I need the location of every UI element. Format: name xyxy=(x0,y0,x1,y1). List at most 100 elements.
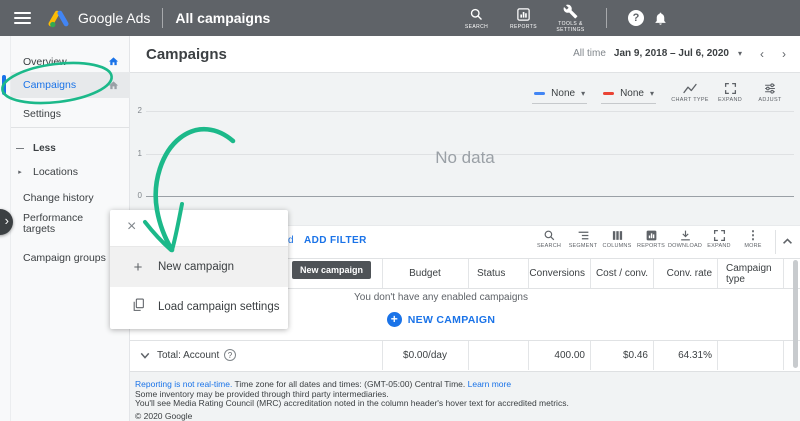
help-circle-icon[interactable]: ? xyxy=(224,349,236,361)
table-more-button[interactable]: ⋮ MORE xyxy=(736,229,770,249)
filter-chip-partial[interactable]: d xyxy=(288,235,294,246)
performance-chart-panel: None ▾ None ▾ CHART TYPE EXPAND ADJUST 2… xyxy=(130,73,800,225)
reports-button[interactable]: REPORTS xyxy=(500,7,547,30)
topbar-page-title: All campaigns xyxy=(175,10,270,26)
metric-selector-2[interactable]: None ▾ xyxy=(601,86,656,104)
date-range-controls: All time Jan 9, 2018 – Jul 6, 2020 ▾ ‹ › xyxy=(573,48,786,59)
search-button[interactable]: SEARCH xyxy=(453,7,500,30)
menu-item-load-campaign-settings[interactable]: Load campaign settings xyxy=(110,287,288,327)
footer-line-1: Reporting is not real-time. Time zone fo… xyxy=(135,379,511,389)
total-label: Total: Account xyxy=(157,350,219,361)
sidebar-item-change-history[interactable]: Change history xyxy=(11,186,130,210)
column-header-conversions[interactable]: Conversions xyxy=(528,259,590,288)
column-header-status[interactable]: Status xyxy=(468,259,528,288)
sidebar-item-overview[interactable]: Overview xyxy=(11,50,130,74)
expand-corners-icon xyxy=(713,229,726,242)
copyright: © 2020 Google xyxy=(135,411,192,421)
date-preset-label: All time xyxy=(573,48,606,59)
sliders-icon xyxy=(763,82,777,95)
topbar-actions: SEARCH REPORTS TOOLS & SETTINGS ? xyxy=(453,4,668,33)
triangle-right-icon: ▸ xyxy=(14,168,26,176)
chart-expand-button[interactable]: EXPAND xyxy=(710,82,750,103)
metric-selector-1[interactable]: None ▾ xyxy=(532,86,587,104)
column-header-conv-rate[interactable]: Conv. rate xyxy=(653,259,717,288)
total-conversions: 400.00 xyxy=(528,341,590,370)
sidebar-less-toggle[interactable]: — Less xyxy=(11,136,130,160)
chevron-right-icon: › xyxy=(5,213,9,229)
plus-icon: + xyxy=(387,312,402,327)
total-cost-per-conv: $0.46 xyxy=(590,341,653,370)
total-conv-rate: 64.31% xyxy=(653,341,717,370)
add-filter-button[interactable]: ADD FILTER xyxy=(304,235,367,246)
table-reports-button[interactable]: REPORTS xyxy=(634,229,668,249)
next-period-button[interactable]: › xyxy=(782,49,786,59)
page-title: Campaigns xyxy=(146,46,227,63)
no-data-message: No data xyxy=(130,148,800,168)
total-row: Total: Account ? $0.00/day 400.00 $0.46 … xyxy=(130,340,800,370)
sidebar-item-campaigns[interactable]: Campaigns xyxy=(11,72,130,98)
sidebar-item-settings[interactable]: Settings xyxy=(11,102,130,126)
tools-settings-button[interactable]: TOOLS & SETTINGS xyxy=(547,4,594,33)
menu-item-new-campaign[interactable]: + New campaign xyxy=(110,247,288,287)
wrench-icon xyxy=(563,4,578,19)
chart-type-button[interactable]: CHART TYPE xyxy=(670,82,710,103)
expand-corners-icon xyxy=(724,82,737,95)
brand-name: Google Ads xyxy=(78,10,150,26)
notifications-bell-icon[interactable] xyxy=(653,11,668,26)
search-icon xyxy=(469,7,484,22)
new-campaign-button[interactable]: + NEW CAMPAIGN xyxy=(387,312,495,327)
caret-down-icon[interactable]: ▾ xyxy=(738,49,742,58)
chart-controls: None ▾ None ▾ CHART TYPE EXPAND ADJUST xyxy=(532,82,790,104)
table-download-button[interactable]: DOWNLOAD xyxy=(668,229,702,249)
sidebar-divider xyxy=(11,127,129,128)
minus-icon: — xyxy=(14,144,26,153)
column-header-campaign-type[interactable]: Campaign type xyxy=(717,259,783,288)
column-header-budget[interactable]: Budget xyxy=(382,259,468,288)
new-campaign-popup: × + New campaign Load campaign settings xyxy=(110,210,288,329)
collapse-table-chevron-up-icon[interactable] xyxy=(782,237,793,245)
popup-header: × xyxy=(110,210,288,247)
copy-icon xyxy=(129,298,147,316)
realtime-link[interactable]: Reporting is not real-time. xyxy=(135,379,232,389)
more-vert-icon: ⋮ xyxy=(747,229,759,242)
page-header: Campaigns All time Jan 9, 2018 – Jul 6, … xyxy=(130,36,800,73)
selected-item-indicator xyxy=(2,75,6,95)
toolbar-divider xyxy=(775,230,776,254)
prev-period-button[interactable]: ‹ xyxy=(760,49,764,59)
menu-icon[interactable] xyxy=(14,9,31,27)
table-search-button[interactable]: SEARCH xyxy=(532,229,566,249)
y-axis-tick: 2 xyxy=(132,106,142,115)
table-expand-button[interactable]: EXPAND xyxy=(702,229,736,249)
total-budget: $0.00/day xyxy=(382,341,468,370)
plus-icon: + xyxy=(129,259,147,276)
caret-down-icon: ▾ xyxy=(650,89,654,98)
series2-swatch-icon xyxy=(603,92,614,95)
reports-icon xyxy=(516,7,531,22)
page-footer: Reporting is not real-time. Time zone fo… xyxy=(130,372,796,421)
chevron-down-icon[interactable] xyxy=(140,352,150,359)
column-header-cost-per-conv[interactable]: Cost / conv. xyxy=(590,259,653,288)
reports-icon xyxy=(645,229,658,242)
sidebar-item-locations[interactable]: ▸ Locations xyxy=(11,160,130,184)
columns-icon xyxy=(611,229,624,242)
google-ads-logo-icon xyxy=(48,9,69,28)
table-segment-button[interactable]: SEGMENT xyxy=(566,229,600,249)
learn-more-link[interactable]: Learn more xyxy=(468,379,511,389)
gridline xyxy=(146,111,794,112)
chart-adjust-button[interactable]: ADJUST xyxy=(750,82,790,103)
date-range-value[interactable]: Jan 9, 2018 – Jul 6, 2020 xyxy=(614,48,729,59)
table-scrollbar[interactable] xyxy=(793,260,798,368)
table-columns-button[interactable]: COLUMNS xyxy=(600,229,634,249)
home-icon xyxy=(108,80,119,91)
x-axis-line xyxy=(146,196,794,197)
caret-down-icon: ▾ xyxy=(581,89,585,98)
new-campaign-tooltip: New campaign xyxy=(292,261,371,279)
series1-swatch-icon xyxy=(534,92,545,95)
topbar-divider xyxy=(162,8,163,28)
download-icon xyxy=(679,229,692,242)
y-axis-tick: 0 xyxy=(132,191,142,200)
table-toolbar: SEARCH SEGMENT COLUMNS REPORTS DOWNLOAD … xyxy=(532,229,770,249)
close-icon[interactable]: × xyxy=(127,218,136,236)
help-icon[interactable]: ? xyxy=(628,10,644,26)
line-chart-icon xyxy=(682,82,698,95)
